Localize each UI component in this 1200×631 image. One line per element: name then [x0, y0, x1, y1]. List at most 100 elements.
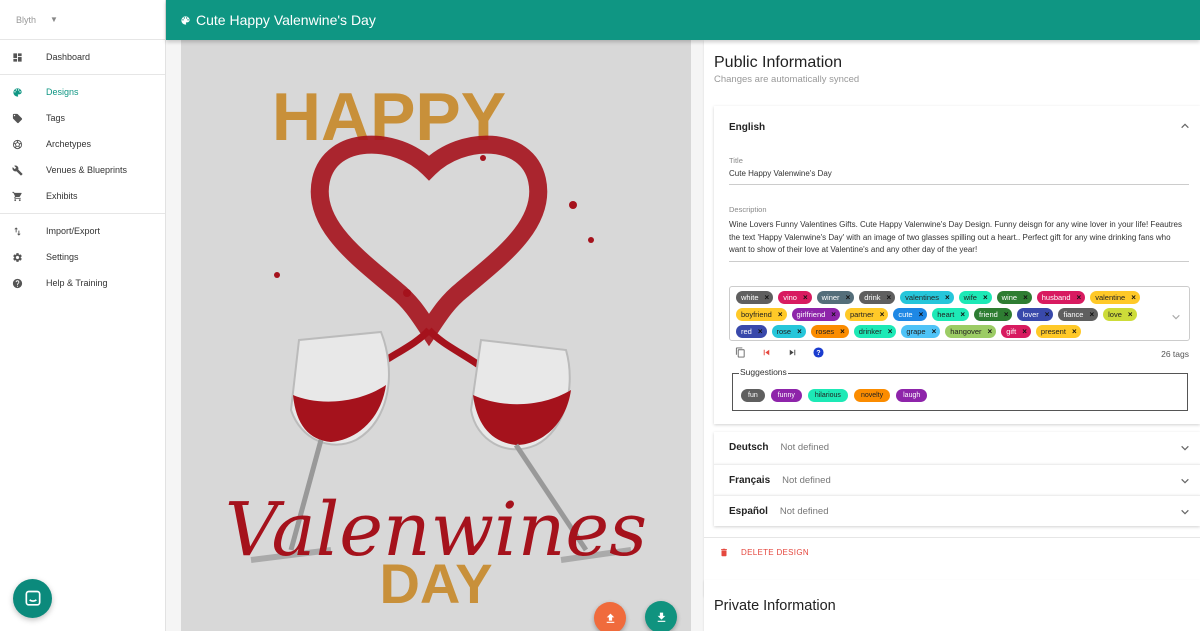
sidebar-item-exhibits[interactable]: Exhibits: [0, 183, 165, 209]
tag-chip[interactable]: grape ×: [901, 325, 941, 338]
remove-tag-icon[interactable]: ×: [778, 310, 783, 319]
sidebar-item-import-export[interactable]: Import/Export: [0, 218, 165, 244]
trash-icon: [721, 548, 727, 557]
language-header-english[interactable]: English: [714, 106, 1200, 148]
language-header-espanol[interactable]: Español Not defined: [714, 496, 1200, 527]
description-input[interactable]: Wine Lovers Funny Valentines Gifts. Cute…: [729, 219, 1189, 257]
remove-tag-icon[interactable]: ×: [887, 293, 892, 302]
sidebar-item-tags[interactable]: Tags: [0, 105, 165, 131]
tag-chip-label: wine: [1001, 293, 1018, 302]
suggestion-chip[interactable]: hilarious: [807, 389, 848, 402]
nav-group-system: Import/Export Settings Help & Training: [0, 214, 165, 300]
tag-chip[interactable]: valentines ×: [900, 291, 954, 304]
language-header-deutsch[interactable]: Deutsch Not defined: [714, 432, 1200, 463]
remove-tag-icon[interactable]: ×: [803, 293, 808, 302]
account-switcher[interactable]: Blyth ▼: [0, 0, 165, 40]
language-label: Español: [729, 506, 768, 517]
remove-tag-icon[interactable]: ×: [1045, 310, 1050, 319]
tags-input[interactable]: white × vino × winer × drink × valentines × wife × w…: [729, 286, 1190, 341]
download-button[interactable]: [645, 601, 677, 631]
remove-tag-icon[interactable]: ×: [880, 310, 885, 319]
move-first-button[interactable]: [760, 346, 773, 359]
remove-tag-icon[interactable]: ×: [960, 310, 965, 319]
tag-chip[interactable]: girlfriend ×: [791, 308, 840, 321]
suggestion-chip[interactable]: novelty: [853, 389, 891, 402]
tag-chip[interactable]: friend ×: [974, 308, 1013, 321]
remove-tag-icon[interactable]: ×: [932, 327, 937, 336]
suggestion-chip[interactable]: funny: [770, 389, 802, 402]
remove-tag-icon[interactable]: ×: [1022, 327, 1027, 336]
tag-chip[interactable]: hangover ×: [945, 325, 997, 338]
remove-tag-icon[interactable]: ×: [831, 310, 836, 319]
sidebar-item-dashboard[interactable]: Dashboard: [0, 44, 165, 70]
tag-chip[interactable]: heart ×: [932, 308, 970, 321]
remove-tag-icon[interactable]: ×: [1131, 293, 1136, 302]
download-icon: [657, 612, 665, 622]
remove-tag-icon[interactable]: ×: [1023, 293, 1028, 302]
suggestion-chip[interactable]: laugh: [896, 389, 928, 402]
tag-chip[interactable]: gift ×: [1001, 325, 1031, 338]
title-label: Title: [729, 156, 743, 165]
suggestion-chip[interactable]: fun: [741, 389, 765, 402]
language-panel-francais[interactable]: Français Not defined: [714, 464, 1200, 495]
copy-tags-button[interactable]: [734, 346, 747, 359]
title-input[interactable]: Cute Happy Valenwine's Day: [729, 168, 1189, 181]
upload-button[interactable]: [594, 602, 626, 631]
remove-tag-icon[interactable]: ×: [1077, 293, 1082, 302]
tag-chip[interactable]: vino ×: [778, 291, 812, 304]
tag-chip[interactable]: valentine ×: [1090, 291, 1140, 304]
tag-chip[interactable]: cute ×: [893, 308, 928, 321]
tag-chip-label: grape: [906, 327, 926, 336]
sidebar-item-venues[interactable]: Venues & Blueprints: [0, 157, 165, 183]
chevron-down-icon: [1180, 476, 1190, 486]
sidebar-item-settings[interactable]: Settings: [0, 244, 165, 270]
tag-chip[interactable]: winer ×: [816, 291, 855, 304]
tag-chip[interactable]: roses ×: [810, 325, 849, 338]
remove-tag-icon[interactable]: ×: [758, 327, 763, 336]
language-panel-espanol[interactable]: Español Not defined: [714, 495, 1200, 526]
tag-chip[interactable]: present ×: [1035, 325, 1081, 338]
chevron-down-icon[interactable]: [1171, 309, 1181, 320]
language-panel-deutsch[interactable]: Deutsch Not defined: [714, 432, 1200, 464]
remove-tag-icon[interactable]: ×: [1089, 310, 1094, 319]
remove-tag-icon[interactable]: ×: [983, 293, 988, 302]
remove-tag-icon[interactable]: ×: [765, 293, 770, 302]
tag-chip[interactable]: partner ×: [844, 308, 889, 321]
gear-icon: [12, 252, 46, 263]
chat-launcher-button[interactable]: [13, 579, 52, 618]
remove-tag-icon[interactable]: ×: [797, 327, 802, 336]
tag-chip[interactable]: lover ×: [1017, 308, 1054, 321]
delete-design-button[interactable]: DELETE DESIGN: [704, 537, 1200, 567]
tag-chip[interactable]: rose ×: [771, 325, 806, 338]
tag-chip[interactable]: husband ×: [1036, 291, 1086, 304]
upload-icon: [606, 613, 614, 623]
sidebar-item-help[interactable]: Help & Training: [0, 270, 165, 296]
language-header-francais[interactable]: Français Not defined: [714, 465, 1200, 496]
tag-chip[interactable]: wine ×: [996, 291, 1032, 304]
tag-list: white × vino × winer × drink × valentines × wife × w…: [736, 291, 1165, 338]
tag-chip[interactable]: boyfriend ×: [736, 308, 787, 321]
chat-icon: [25, 590, 40, 606]
remove-tag-icon[interactable]: ×: [888, 327, 893, 336]
suggestions-box: Suggestions fun funny hilarious novelty laug…: [732, 367, 1188, 411]
tag-chip[interactable]: red ×: [736, 325, 767, 338]
remove-tag-icon[interactable]: ×: [846, 293, 851, 302]
tag-chip[interactable]: love ×: [1103, 308, 1137, 321]
remove-tag-icon[interactable]: ×: [1004, 310, 1009, 319]
tag-chip[interactable]: wife ×: [958, 291, 992, 304]
sidebar-item-label: Archetypes: [46, 139, 92, 149]
remove-tag-icon[interactable]: ×: [1072, 327, 1077, 336]
tag-chip[interactable]: white ×: [736, 291, 774, 304]
remove-tag-icon[interactable]: ×: [840, 327, 845, 336]
tag-chip[interactable]: drink ×: [859, 291, 896, 304]
remove-tag-icon[interactable]: ×: [988, 327, 993, 336]
tags-help-button[interactable]: ?: [812, 346, 825, 359]
move-last-button[interactable]: [786, 346, 799, 359]
sidebar-item-designs[interactable]: Designs: [0, 79, 165, 105]
remove-tag-icon[interactable]: ×: [919, 310, 924, 319]
tag-chip[interactable]: drinker ×: [853, 325, 897, 338]
remove-tag-icon[interactable]: ×: [1128, 310, 1133, 319]
tag-chip[interactable]: fiance ×: [1058, 308, 1099, 321]
sidebar-item-archetypes[interactable]: Archetypes: [0, 131, 165, 157]
remove-tag-icon[interactable]: ×: [945, 293, 950, 302]
